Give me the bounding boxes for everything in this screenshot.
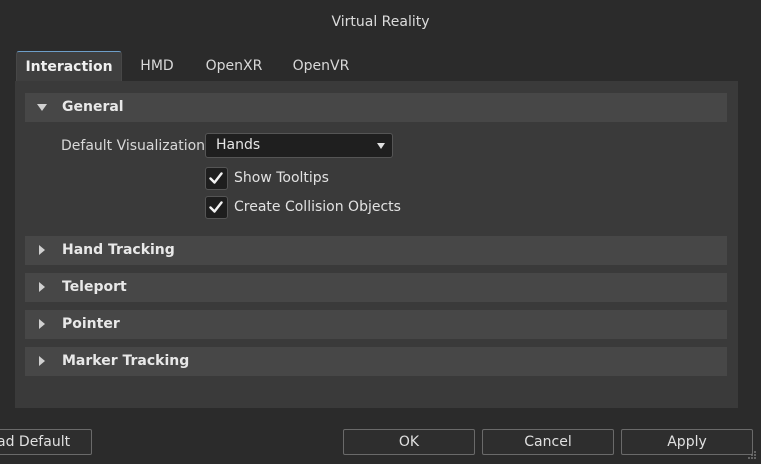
tab-interaction[interactable]: Interaction — [16, 51, 122, 82]
default-visualization-label: Default Visualization — [61, 138, 206, 154]
load-default-button[interactable]: ad Default — [0, 429, 92, 455]
tab-hmd[interactable]: HMD — [128, 51, 186, 81]
dialog-title: Virtual Reality — [331, 14, 430, 30]
chevron-down-icon — [377, 143, 385, 149]
section-teleport-header[interactable]: Teleport — [25, 273, 727, 302]
checkmark-icon — [209, 201, 223, 213]
section-pointer-label: Pointer — [62, 316, 120, 332]
section-general-header[interactable]: General — [25, 93, 727, 122]
tab-openxr[interactable]: OpenXR — [196, 51, 272, 81]
create-collision-objects-label: Create Collision Objects — [234, 199, 401, 215]
tab-openvr[interactable]: OpenVR — [282, 51, 360, 81]
section-hand-tracking-label: Hand Tracking — [62, 242, 175, 258]
collapsed-arrow-icon — [39, 245, 45, 255]
load-default-label: ad Default — [0, 434, 71, 450]
section-general-label: General — [62, 99, 124, 115]
virtual-reality-dialog: Virtual Reality Interaction HMD OpenXR O… — [0, 0, 761, 464]
apply-button[interactable]: Apply — [621, 429, 753, 455]
checkmark-icon — [209, 172, 223, 184]
collapsed-arrow-icon — [39, 356, 45, 366]
section-marker-tracking-label: Marker Tracking — [62, 353, 190, 369]
create-collision-objects-checkbox[interactable] — [205, 196, 228, 219]
resize-grip-icon[interactable] — [747, 450, 757, 460]
section-pointer-header[interactable]: Pointer — [25, 310, 727, 339]
section-hand-tracking-header[interactable]: Hand Tracking — [25, 236, 727, 265]
interaction-panel: General Default Visualization Hands Show… — [15, 81, 738, 408]
dropdown-value: Hands — [216, 137, 261, 153]
show-tooltips-checkbox[interactable] — [205, 167, 228, 190]
expanded-arrow-icon — [37, 104, 47, 111]
default-visualization-dropdown[interactable]: Hands — [205, 133, 393, 158]
collapsed-arrow-icon — [39, 319, 45, 329]
collapsed-arrow-icon — [39, 282, 45, 292]
section-marker-tracking-header[interactable]: Marker Tracking — [25, 347, 727, 376]
section-teleport-label: Teleport — [62, 279, 127, 295]
cancel-button[interactable]: Cancel — [482, 429, 614, 455]
ok-button[interactable]: OK — [343, 429, 475, 455]
show-tooltips-label: Show Tooltips — [234, 170, 329, 186]
